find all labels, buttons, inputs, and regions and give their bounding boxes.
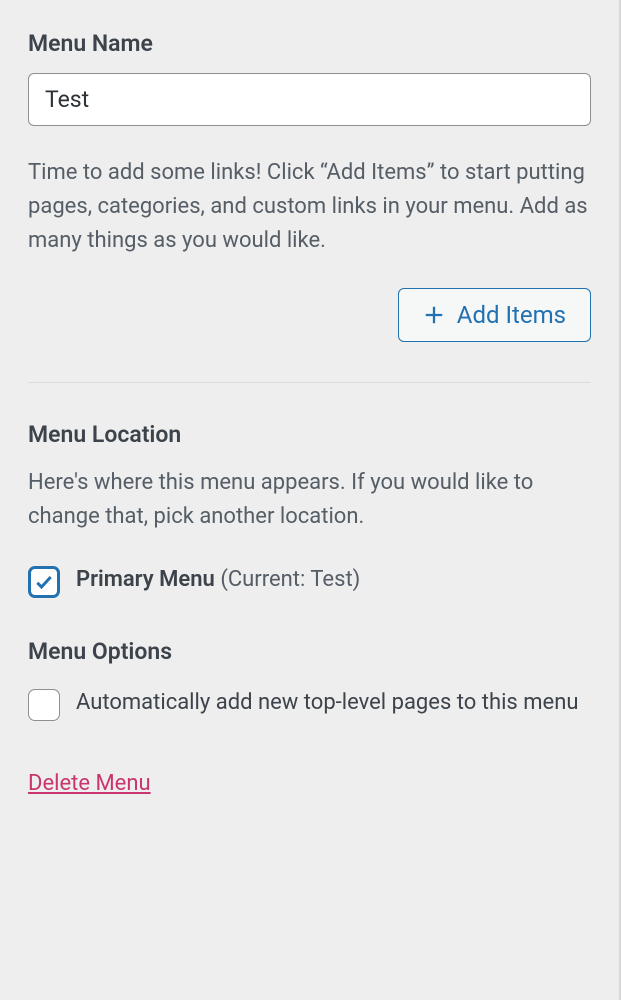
add-items-button[interactable]: Add Items bbox=[398, 288, 591, 342]
plus-icon bbox=[423, 304, 445, 326]
menu-options-section: Menu Options Automatically add new top-l… bbox=[28, 638, 591, 721]
menu-name-input[interactable] bbox=[28, 73, 591, 126]
menu-name-label: Menu Name bbox=[28, 30, 591, 57]
add-items-button-label: Add Items bbox=[457, 301, 566, 329]
primary-menu-checkbox[interactable] bbox=[28, 566, 60, 598]
menu-location-heading: Menu Location bbox=[28, 421, 591, 448]
menu-name-section: Menu Name bbox=[28, 30, 591, 126]
menu-hint-text: Time to add some links! Click “Add Items… bbox=[28, 156, 591, 258]
check-icon bbox=[34, 572, 54, 592]
menu-editor-panel: Menu Name Time to add some links! Click … bbox=[28, 30, 591, 796]
add-items-row: Add Items bbox=[28, 288, 591, 342]
primary-menu-row[interactable]: Primary Menu (Current: Test) bbox=[28, 564, 591, 598]
delete-menu-link[interactable]: Delete Menu bbox=[28, 771, 151, 796]
menu-options-heading: Menu Options bbox=[28, 638, 591, 665]
primary-menu-label-text: Primary Menu bbox=[76, 567, 215, 592]
section-divider bbox=[28, 382, 591, 383]
auto-add-checkbox[interactable] bbox=[28, 689, 60, 721]
primary-menu-current: (Current: Test) bbox=[220, 567, 360, 592]
menu-location-section: Menu Location Here's where this menu app… bbox=[28, 421, 591, 598]
auto-add-label[interactable]: Automatically add new top-level pages to… bbox=[76, 687, 578, 719]
primary-menu-label[interactable]: Primary Menu (Current: Test) bbox=[76, 564, 360, 596]
auto-add-row[interactable]: Automatically add new top-level pages to… bbox=[28, 687, 591, 721]
menu-location-description: Here's where this menu appears. If you w… bbox=[28, 466, 591, 534]
